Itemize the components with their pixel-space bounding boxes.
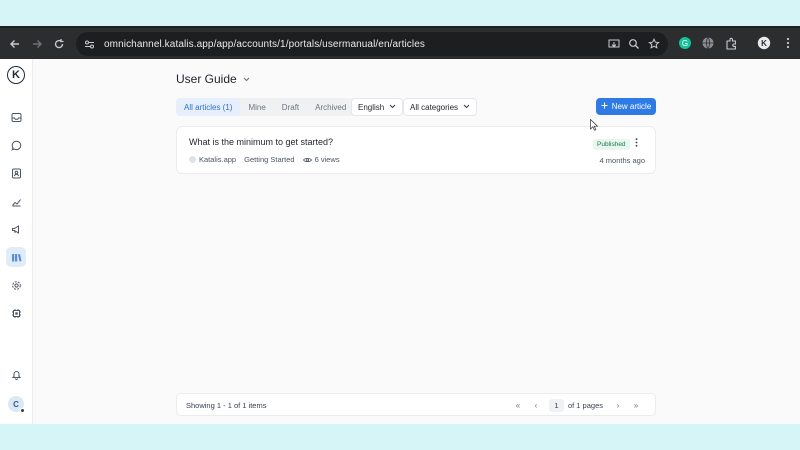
avatar-letter: C [13, 399, 19, 409]
svg-text:G: G [682, 39, 688, 48]
chevron-down-icon [389, 104, 396, 111]
sidebar-item-inbox[interactable] [6, 107, 26, 127]
category-value: All categories [410, 102, 459, 112]
article-author: Katalis.app [189, 155, 236, 164]
tab-mine[interactable]: Mine [240, 98, 273, 116]
chevron-right-icon: › [616, 400, 620, 410]
app-window: K C User Guide All articles (1) Mine Dra… [0, 59, 800, 424]
inbox-icon [11, 112, 21, 122]
total-pages-text: of 1 pages [567, 400, 603, 410]
settings-icon [11, 280, 21, 290]
reports-icon [11, 198, 21, 206]
mouse-cursor-icon [590, 119, 599, 131]
tab-archived[interactable]: Archived [307, 98, 354, 116]
article-meta: Katalis.app Getting Started 6 views [189, 155, 340, 164]
views-count: 6 views [314, 155, 340, 164]
double-chevron-left-icon: « [515, 400, 521, 410]
status-badge: Published [593, 139, 630, 150]
contacts-icon [11, 168, 21, 178]
pagination-footer: Showing 1 - 1 of 1 items « ‹ 1 of 1 page… [176, 393, 656, 416]
locale-dropdown[interactable]: English [351, 98, 404, 116]
author-name: Katalis.app [199, 155, 237, 164]
article-card[interactable]: What is the minimum to get started? Publ… [176, 126, 656, 174]
chevron-left-icon: ‹ [534, 400, 538, 410]
address-bar[interactable]: omnichannel.katalis.app/app/accounts/1/p… [76, 32, 668, 56]
sidebar-item-integrations[interactable] [6, 303, 26, 323]
forward-button[interactable] [26, 33, 48, 55]
sidebar-item-campaigns[interactable] [6, 219, 26, 239]
page-number-input[interactable]: 1 [548, 398, 564, 412]
last-page-button[interactable]: » [627, 398, 645, 412]
conversation-icon [10, 140, 21, 151]
browser-toolbar: omnichannel.katalis.app/app/accounts/1/p… [0, 26, 800, 59]
chevron-down-icon [243, 75, 250, 84]
app-logo[interactable]: K [7, 66, 25, 84]
first-page-button[interactable]: « [509, 398, 527, 412]
sidebar: K C [0, 59, 33, 424]
pagination-controls: « ‹ 1 of 1 pages › » [509, 398, 645, 412]
main-content: User Guide All articles (1) Mine Draft A… [33, 59, 800, 424]
bookmark-star-icon[interactable] [648, 37, 660, 55]
zoom-icon[interactable] [628, 37, 640, 55]
tab-draft[interactable]: Draft [274, 98, 307, 116]
reload-button[interactable] [48, 33, 70, 55]
previous-page-button[interactable]: ‹ [527, 398, 545, 412]
integrations-icon [11, 308, 21, 318]
sidebar-item-settings[interactable] [6, 275, 26, 295]
page-title: User Guide [176, 72, 237, 86]
bell-icon [11, 370, 21, 380]
url-text: omnichannel.katalis.app/app/accounts/1/p… [104, 38, 425, 50]
site-info-icon[interactable] [82, 37, 96, 51]
locale-value: English [358, 102, 385, 112]
forward-arrow-icon [33, 40, 42, 48]
new-article-button[interactable]: New article [596, 98, 656, 115]
back-arrow-icon [10, 40, 19, 48]
grammarly-extension-icon[interactable]: G [677, 35, 693, 51]
more-options-icon[interactable] [635, 138, 638, 149]
items-count-text: Showing 1 - 1 of 1 items [186, 401, 267, 410]
article-title[interactable]: What is the minimum to get started? [189, 137, 333, 147]
new-article-label: New article [611, 102, 652, 111]
campaigns-icon [11, 224, 19, 234]
author-avatar [189, 156, 196, 163]
help-center-icon [11, 253, 21, 261]
browser-tab-strip [0, 0, 800, 26]
plus-icon [601, 102, 608, 111]
article-category: Getting Started [244, 155, 295, 164]
portal-switcher[interactable]: User Guide [176, 72, 250, 86]
reload-icon [54, 39, 64, 49]
sidebar-item-help-center[interactable] [6, 247, 26, 267]
browser-menu-icon[interactable] [780, 35, 796, 51]
double-chevron-right-icon: » [633, 400, 639, 410]
sidebar-item-contacts[interactable] [6, 163, 26, 183]
sidebar-item-reports[interactable] [6, 191, 26, 211]
logo-letter: K [12, 69, 20, 81]
next-page-button[interactable]: › [609, 398, 627, 412]
category-dropdown[interactable]: All categories [403, 98, 478, 116]
extension-globe-icon[interactable] [700, 35, 716, 51]
chevron-down-icon [463, 104, 470, 111]
article-updated: 4 months ago [599, 156, 645, 165]
svg-text:K: K [761, 39, 767, 48]
presence-indicator [20, 408, 25, 413]
tab-all-articles[interactable]: All articles (1) [176, 98, 241, 116]
user-avatar[interactable]: C [8, 396, 25, 413]
install-app-icon[interactable] [608, 37, 620, 55]
back-button[interactable] [4, 33, 26, 55]
eye-icon [302, 157, 312, 162]
article-views: 6 views [302, 155, 340, 164]
article-filter-tabs: All articles (1) Mine Draft Archived [176, 98, 355, 116]
sidebar-item-notifications[interactable] [6, 364, 26, 384]
sidebar-item-conversations[interactable] [6, 135, 26, 155]
extensions-puzzle-icon[interactable] [723, 35, 739, 51]
profile-avatar-icon[interactable]: K [756, 35, 772, 51]
